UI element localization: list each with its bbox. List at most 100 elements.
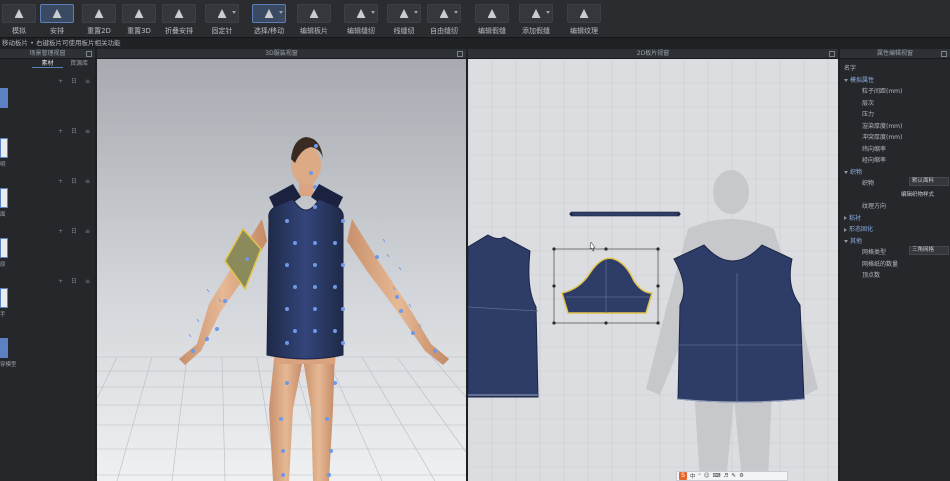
ime-item-icon[interactable]: ᵒ xyxy=(699,473,701,479)
property-key: 织物 xyxy=(850,168,863,176)
panel-pin-icon[interactable] xyxy=(86,51,92,57)
tab-scene[interactable] xyxy=(0,59,32,68)
scene-item-thumbnail[interactable] xyxy=(0,138,8,158)
property-row[interactable]: 粘衬 xyxy=(840,211,950,222)
property-row[interactable]: 织物 默认面料 xyxy=(840,176,950,187)
ime-item-icon[interactable]: ♬ xyxy=(723,473,728,479)
scene-section-row[interactable]: + 日 ≡ xyxy=(0,75,95,85)
property-key: 压力 xyxy=(862,111,875,118)
toolbar-button-3[interactable]: 重置3D xyxy=(120,4,158,36)
ime-item-icon[interactable]: ☺ xyxy=(704,473,710,479)
scene-manager-title: 场景管理视窗 xyxy=(0,49,95,59)
property-row[interactable]: 编辑织物样式 xyxy=(840,188,950,199)
chevron-down-icon[interactable] xyxy=(844,78,848,82)
property-row[interactable]: 网格类型 三角网格 xyxy=(840,245,950,256)
section-ops[interactable]: + 日 ≡ xyxy=(58,276,93,285)
chevron-down-icon[interactable] xyxy=(414,11,418,14)
property-row: 纹理方向 xyxy=(840,199,950,210)
toolbar-button-13[interactable]: 编辑纹理 xyxy=(565,4,603,36)
chevron-down-icon[interactable] xyxy=(454,11,458,14)
section-ops[interactable]: + 日 ≡ xyxy=(58,176,93,185)
ime-item-icon[interactable]: ⌨ xyxy=(713,473,721,479)
section-ops[interactable]: + 日 ≡ xyxy=(58,76,93,85)
scene-section-row[interactable] xyxy=(0,325,95,335)
property-key: 纹理方向 xyxy=(862,203,887,210)
tab-materials[interactable]: 素材 xyxy=(31,59,64,68)
chevron-down-icon[interactable] xyxy=(844,239,848,243)
chevron-down-icon[interactable] xyxy=(371,11,375,14)
panel-title-text: 场景管理视窗 xyxy=(29,50,66,57)
3d-view-pin-icon[interactable] xyxy=(457,51,463,57)
property-value-dropdown[interactable]: 默认面料 xyxy=(909,177,949,186)
chevron-right-icon[interactable] xyxy=(844,216,847,220)
toolbar-button-label: 选择/移动 xyxy=(253,27,285,35)
ime-item-icon[interactable]: 中 xyxy=(690,472,696,480)
pattern-front-piece[interactable] xyxy=(673,244,805,403)
property-row[interactable]: 其他 xyxy=(840,234,950,245)
scene-section-row[interactable]: + 日 ≡ xyxy=(0,225,95,235)
property-row[interactable]: 织物 xyxy=(840,165,950,176)
ime-logo-icon[interactable]: S xyxy=(679,472,687,480)
pattern-waistband[interactable] xyxy=(569,211,681,217)
pin-point xyxy=(375,255,379,259)
pin-point xyxy=(313,205,317,209)
toolbar-button-label: 编辑纹理 xyxy=(570,27,598,35)
scene-item-thumbnail[interactable] xyxy=(0,288,8,308)
2d-view-pin-icon[interactable] xyxy=(829,51,835,57)
chevron-right-icon[interactable] xyxy=(844,227,847,232)
toolbar-button-9[interactable]: 线缝纫 xyxy=(385,4,423,36)
property-row[interactable]: 形态固化 xyxy=(840,222,950,233)
property-value-dropdown[interactable]: 三角网格 xyxy=(909,246,949,255)
toolbar-button-4[interactable]: 折叠安排 xyxy=(160,4,198,36)
scene-item-thumbnail[interactable] xyxy=(0,338,8,358)
ime-item-icon[interactable]: ✎ xyxy=(731,473,736,479)
toolbar-button-12[interactable]: 添加假缝 xyxy=(517,4,555,36)
3d-vest[interactable] xyxy=(266,198,344,360)
pin-point xyxy=(327,473,331,477)
ime-item-icon[interactable]: ⚙ xyxy=(739,473,744,479)
chevron-down-icon[interactable] xyxy=(279,11,283,14)
add-tack-icon xyxy=(519,4,553,23)
2d-viewport-canvas[interactable] xyxy=(468,59,838,481)
pin-point xyxy=(313,307,317,311)
pin-point xyxy=(313,329,317,333)
toolbar-button-10[interactable]: 自由缝纫 xyxy=(425,4,463,36)
toolbar-button-5[interactable]: 固定针 xyxy=(203,4,241,36)
toolbar-button-2[interactable]: 重置2D xyxy=(80,4,118,36)
scene-item-thumbnail[interactable] xyxy=(0,188,8,208)
property-row[interactable]: 模拟属性 xyxy=(840,73,950,84)
property-editor-title-text: 属性编辑视窗 xyxy=(876,50,913,57)
toolbar-button-11[interactable]: 编辑假缝 xyxy=(473,4,511,36)
property-key: 织物 xyxy=(862,180,875,187)
3d-viewport-canvas[interactable] xyxy=(97,59,466,481)
scene-item-label: 穿模型 xyxy=(0,362,17,368)
edit-fabric-style-link[interactable]: 编辑织物样式 xyxy=(901,190,934,198)
property-pin-icon[interactable] xyxy=(941,51,947,57)
scene-item-thumbnail[interactable] xyxy=(0,88,8,108)
toolbar-button-label: 编辑假缝 xyxy=(478,27,506,35)
tab-library[interactable]: 資源库 xyxy=(63,59,95,68)
chevron-down-icon[interactable] xyxy=(232,11,236,14)
toolbar-button-7[interactable]: 编辑板片 xyxy=(295,4,333,36)
toolbar-button-6[interactable]: 选择/移动 xyxy=(250,4,288,36)
section-ops[interactable]: + 日 ≡ xyxy=(58,126,93,135)
scene-section-row[interactable]: + 日 ≡ xyxy=(0,175,95,185)
scene-item-label: 明 xyxy=(0,162,6,168)
toolbar-button-8[interactable]: 编辑缝纫 xyxy=(342,4,380,36)
ime-toolbar[interactable]: S 中 ᵒ ☺ ⌨ ♬ ✎ ⚙ xyxy=(676,471,788,481)
scene-section-row[interactable]: + 日 ≡ xyxy=(0,125,95,135)
chevron-down-icon[interactable] xyxy=(844,170,848,174)
chevron-down-icon[interactable] xyxy=(546,11,550,14)
scene-section-row[interactable]: + 日 ≡ xyxy=(0,275,95,285)
simulate-icon xyxy=(2,4,36,23)
2d-pattern-view[interactable]: 2D板片视窗 xyxy=(468,49,838,481)
property-row: 层次 xyxy=(840,96,950,107)
property-key: 纬向缩率 xyxy=(862,145,887,153)
pin-point xyxy=(313,263,317,267)
toolbar-button-0[interactable]: 模拟 xyxy=(0,4,38,36)
section-ops[interactable]: + 日 ≡ xyxy=(58,226,93,235)
toolbar-button-1[interactable]: 安排 xyxy=(38,4,76,36)
scene-item-thumbnail[interactable] xyxy=(0,238,8,258)
3d-garment-view[interactable]: 3D服装视窗 xyxy=(97,49,466,481)
pattern-left-piece[interactable] xyxy=(468,234,539,398)
